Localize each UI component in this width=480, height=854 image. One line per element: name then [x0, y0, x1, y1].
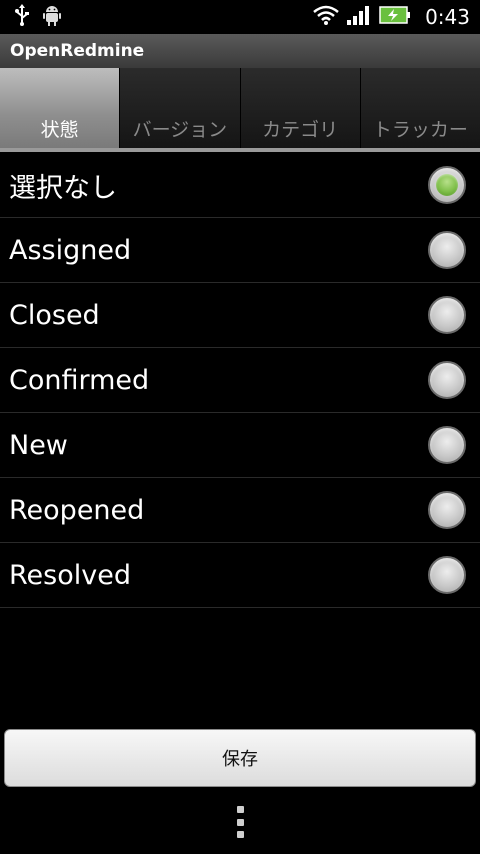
radio-button[interactable] [428, 296, 466, 334]
radio-button[interactable] [428, 556, 466, 594]
title-bar: OpenRedmine [0, 34, 480, 69]
option-label: 選択なし [9, 172, 117, 204]
radio-button[interactable] [428, 491, 466, 529]
menu-dot [236, 831, 244, 838]
option-label: Confirmed [9, 364, 150, 396]
option-row-reopened[interactable]: Reopened [0, 478, 480, 543]
app-title: OpenRedmine [10, 41, 145, 61]
overflow-menu-icon[interactable] [234, 806, 246, 838]
tab-label: カテゴリ [262, 119, 339, 141]
radio-button[interactable] [428, 426, 466, 464]
tab-label: トラッカー [372, 119, 468, 141]
tab-label: 状態 [40, 119, 79, 141]
option-row-confirmed[interactable]: Confirmed [0, 348, 480, 413]
option-row-assigned[interactable]: Assigned [0, 218, 480, 283]
radio-button-selected[interactable] [428, 166, 466, 204]
option-row-none[interactable]: 選択なし [0, 153, 480, 218]
option-row-closed[interactable]: Closed [0, 283, 480, 348]
tab-underline [0, 148, 480, 152]
battery-charging-icon [379, 6, 411, 28]
tab-label: バージョン [132, 119, 228, 141]
status-option-list: 選択なし Assigned Closed Confirmed New Reope… [0, 153, 480, 608]
clock: 0:43 [425, 5, 470, 29]
option-label: Assigned [9, 234, 132, 266]
tab-category[interactable]: カテゴリ [240, 68, 360, 148]
radio-button[interactable] [428, 361, 466, 399]
menu-dot [236, 806, 244, 813]
radio-button[interactable] [428, 231, 466, 269]
option-row-new[interactable]: New [0, 413, 480, 478]
save-button[interactable]: 保存 [4, 729, 476, 787]
option-label: Closed [9, 299, 100, 331]
tab-status[interactable]: 状態 [0, 68, 120, 148]
tab-version[interactable]: バージョン [120, 68, 240, 148]
menu-dot [236, 818, 244, 826]
wifi-icon [313, 4, 339, 30]
status-bar: 0:43 [0, 0, 480, 34]
option-label: Reopened [9, 494, 145, 526]
option-label: Resolved [9, 559, 131, 591]
option-row-resolved[interactable]: Resolved [0, 543, 480, 608]
tab-bar: 状態 バージョン カテゴリ トラッカー [0, 68, 480, 150]
signal-icon [347, 5, 371, 29]
usb-icon [14, 4, 30, 30]
option-label: New [9, 429, 68, 461]
tab-tracker[interactable]: トラッカー [360, 68, 480, 148]
radio-selected-dot [436, 174, 458, 196]
android-debug-icon [42, 4, 62, 30]
